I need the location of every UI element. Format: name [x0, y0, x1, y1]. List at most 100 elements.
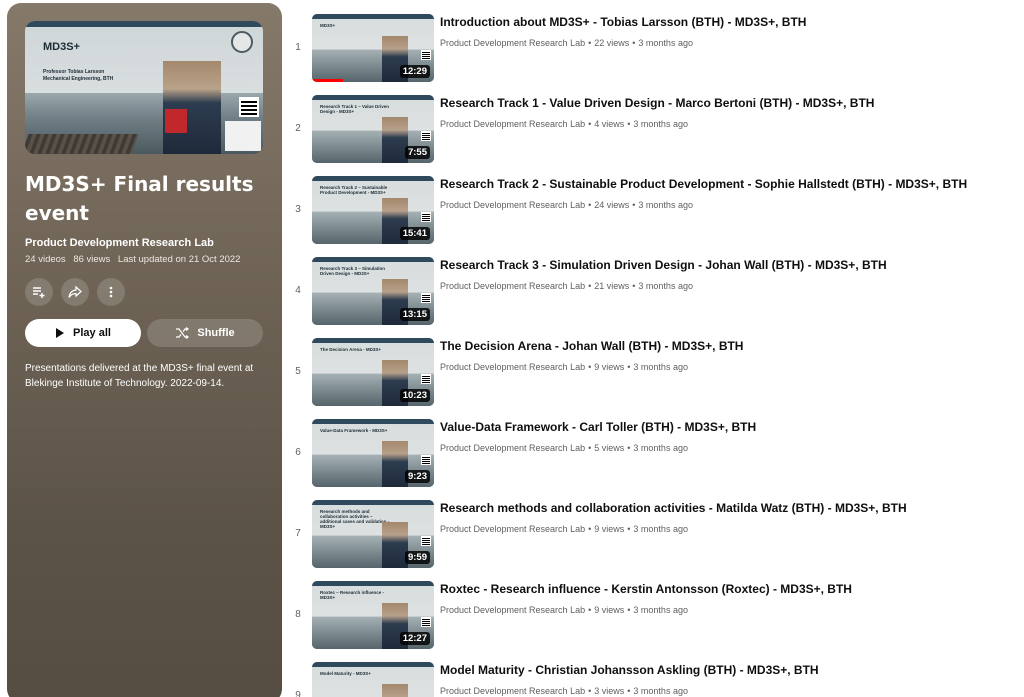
playlist-thumbnail[interactable]: MD3S+ Professor Tobias Larsson Mechanica… [25, 21, 263, 154]
video-thumbnail[interactable]: Research Track 3 – Simulation Driven Des… [312, 257, 434, 325]
playlist-header-panel: MD3S+ Professor Tobias Larsson Mechanica… [7, 3, 282, 697]
thumbnail-slide-title: Research Track 3 – Simulation Driven Des… [320, 266, 386, 276]
video-index: 9 [295, 690, 301, 697]
play-all-button[interactable]: Play all [25, 319, 141, 347]
playlist-stats: 24 videos 86 views Last updated on 21 Oc… [25, 254, 264, 265]
video-age: 3 months ago [638, 281, 693, 291]
separator-dot: • [588, 686, 592, 696]
video-metadata: Product Development Research Lab • 4 views… [440, 119, 688, 129]
slide-speaker: Professor Tobias Larsson [43, 69, 105, 75]
video-metadata: Product Development Research Lab • 5 views… [440, 443, 688, 453]
slide-dock-image [25, 134, 139, 154]
playlist-video-row[interactable]: 3 Research Track 2 – Sustainable Product… [282, 162, 1024, 244]
video-views: 21 views [594, 281, 630, 291]
video-age: 3 months ago [638, 38, 693, 48]
separator-dot: • [627, 362, 631, 372]
video-index: 8 [295, 609, 301, 620]
playlist-video-row[interactable]: 5 The Decision Arena - MD3S+ 10:23 The D… [282, 324, 1024, 406]
separator-dot: • [588, 281, 592, 291]
separator-dot: • [588, 605, 592, 615]
video-channel[interactable]: Product Development Research Lab [440, 605, 585, 615]
qr-code-icon [421, 536, 431, 546]
video-index: 7 [295, 528, 301, 539]
playlist-video-row[interactable]: 8 Roxtec – Research influence - MD3S+ 12… [282, 567, 1024, 649]
play-all-label: Play all [73, 327, 111, 339]
playlist-play-controls: Play all Shuffle [25, 319, 264, 347]
slide-header-bar [312, 95, 434, 100]
qr-code-icon [421, 131, 431, 141]
playlist-video-row[interactable]: 9 Model Maturity - MD3S+ Model Maturity … [282, 648, 1024, 697]
playlist-video-list: 1 MD3S+ 12:29 Introduction about MD3S+ -… [282, 0, 1024, 697]
separator-dot: • [627, 524, 631, 534]
video-title[interactable]: Research methods and collaboration activ… [440, 501, 907, 515]
video-views: 22 views [594, 38, 630, 48]
slide-header-bar [312, 257, 434, 262]
video-thumbnail[interactable]: Research Track 2 – Sustainable Product D… [312, 176, 434, 244]
more-vert-icon [109, 286, 113, 298]
video-age: 3 months ago [633, 605, 688, 615]
more-actions-button[interactable] [97, 278, 125, 306]
video-channel[interactable]: Product Development Research Lab [440, 443, 585, 453]
video-channel[interactable]: Product Development Research Lab [440, 686, 585, 696]
video-channel[interactable]: Product Development Research Lab [440, 119, 585, 129]
video-thumbnail[interactable]: Model Maturity - MD3S+ [312, 662, 434, 697]
video-duration: 12:29 [399, 65, 430, 78]
thumbnail-slide-title: Research methods and collaboration activ… [320, 509, 390, 529]
video-views: 9 views [594, 362, 625, 372]
video-duration: 9:59 [404, 551, 430, 564]
slide-header-bar [312, 419, 434, 424]
add-to-queue-button[interactable] [25, 278, 53, 306]
video-title[interactable]: Roxtec - Research influence - Kerstin An… [440, 582, 852, 596]
video-channel[interactable]: Product Development Research Lab [440, 524, 585, 534]
slide-brand: MD3S+ [43, 41, 80, 53]
video-title[interactable]: Introduction about MD3S+ - Tobias Larsso… [440, 15, 806, 29]
video-thumbnail[interactable]: Value-Data Framework - MD3S+ 9:23 [312, 419, 434, 487]
video-channel[interactable]: Product Development Research Lab [440, 281, 585, 291]
playlist-video-row[interactable]: 4 Research Track 3 – Simulation Driven D… [282, 243, 1024, 325]
video-title[interactable]: Value-Data Framework - Carl Toller (BTH)… [440, 420, 756, 434]
video-age: 3 months ago [633, 443, 688, 453]
separator-dot: • [588, 119, 592, 129]
video-channel[interactable]: Product Development Research Lab [440, 38, 585, 48]
video-channel[interactable]: Product Development Research Lab [440, 200, 585, 210]
video-thumbnail[interactable]: Roxtec – Research influence - MD3S+ 12:2… [312, 581, 434, 649]
video-age: 3 months ago [633, 119, 688, 129]
thumbnail-slide-title: Roxtec – Research influence - MD3S+ [320, 590, 385, 600]
slide-header-bar [25, 21, 263, 27]
video-thumbnail[interactable]: The Decision Arena - MD3S+ 10:23 [312, 338, 434, 406]
video-duration: 9:23 [404, 470, 430, 483]
video-metadata: Product Development Research Lab • 22 view… [440, 38, 693, 48]
video-age: 3 months ago [633, 524, 688, 534]
video-title[interactable]: Model Maturity - Christian Johansson Ask… [440, 663, 819, 677]
video-duration: 10:23 [399, 389, 430, 402]
separator-dot: • [588, 200, 592, 210]
video-index: 5 [295, 366, 301, 377]
thumbnail-slide-title: Value-Data Framework - MD3S+ [320, 428, 388, 433]
video-thumbnail[interactable]: MD3S+ 12:29 [312, 14, 434, 82]
playlist-video-row[interactable]: 7 Research methods and collaboration act… [282, 486, 1024, 568]
shuffle-button[interactable]: Shuffle [147, 319, 263, 347]
video-metadata: Product Development Research Lab • 24 view… [440, 200, 693, 210]
playlist-video-row[interactable]: 2 Research Track 1 – Value Driven Design… [282, 81, 1024, 163]
qr-code-icon [421, 455, 431, 465]
video-age: 3 months ago [633, 686, 688, 696]
video-thumbnail[interactable]: Research methods and collaboration activ… [312, 500, 434, 568]
video-channel[interactable]: Product Development Research Lab [440, 362, 585, 372]
video-title[interactable]: Research Track 2 - Sustainable Product D… [440, 177, 967, 191]
video-title[interactable]: Research Track 1 - Value Driven Design -… [440, 96, 874, 110]
playlist-video-row[interactable]: 6 Value-Data Framework - MD3S+ 9:23 Valu… [282, 405, 1024, 487]
video-count: 24 videos [25, 254, 66, 265]
video-duration: 13:15 [399, 308, 430, 321]
slide-affiliation: Mechanical Engineering, BTH [43, 76, 114, 82]
speaker-image [382, 684, 408, 697]
share-icon [68, 285, 82, 298]
playlist-video-row[interactable]: 1 MD3S+ 12:29 Introduction about MD3S+ -… [282, 0, 1024, 82]
video-title[interactable]: Research Track 3 - Simulation Driven Des… [440, 258, 887, 272]
playlist-owner-link[interactable]: Product Development Research Lab [25, 237, 264, 249]
video-title[interactable]: The Decision Arena - Johan Wall (BTH) - … [440, 339, 743, 353]
share-button[interactable] [61, 278, 89, 306]
video-index: 1 [295, 42, 301, 53]
thumbnail-slide-title: The Decision Arena - MD3S+ [320, 347, 381, 352]
separator-dot: • [632, 281, 636, 291]
video-thumbnail[interactable]: Research Track 1 – Value Driven Design -… [312, 95, 434, 163]
